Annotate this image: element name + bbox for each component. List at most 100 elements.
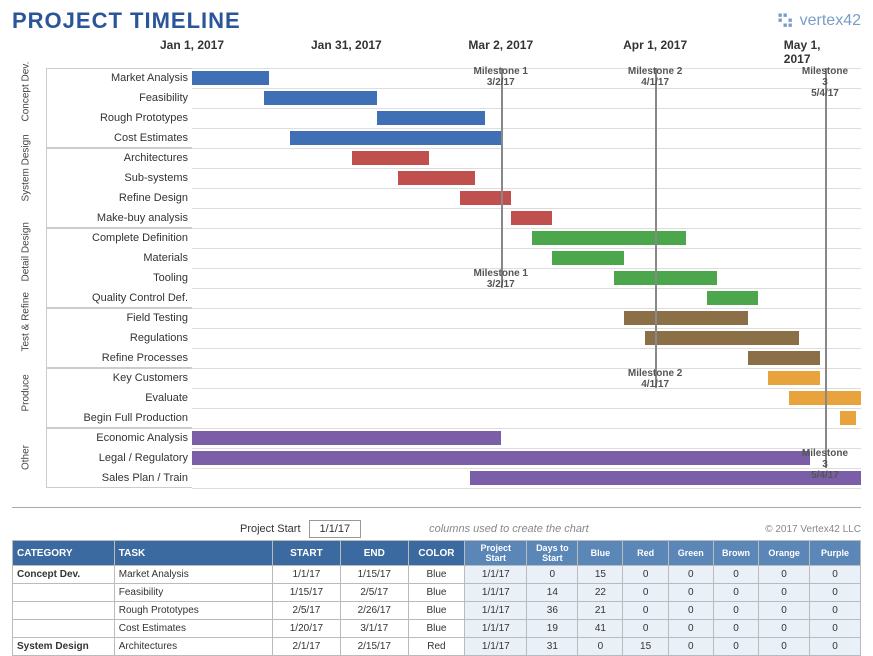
cell: 1/1/17: [465, 602, 527, 620]
cell: Blue: [408, 602, 465, 620]
cell: 0: [713, 638, 758, 656]
gantt-bar: [645, 331, 799, 345]
cell: 0: [759, 566, 810, 584]
table-row: Rough Prototypes2/5/172/26/17Blue1/1/173…: [13, 602, 861, 620]
cell: 1/1/17: [273, 566, 341, 584]
cell: 1/20/17: [273, 620, 341, 638]
cell: 1/1/17: [465, 566, 527, 584]
cell: 1/1/17: [465, 638, 527, 656]
cell: 0: [713, 584, 758, 602]
gantt-bar: [552, 251, 624, 265]
group-label: Produce: [21, 384, 32, 412]
cell: Blue: [408, 584, 465, 602]
cell: 0: [713, 602, 758, 620]
cell: 2/5/17: [340, 584, 408, 602]
col-subheader: Blue: [578, 541, 623, 566]
cell: 0: [668, 602, 713, 620]
milestone-label: Milestone 13/2/17: [474, 66, 528, 88]
cell: Cost Estimates: [114, 620, 272, 638]
col-header: COLOR: [408, 541, 465, 566]
cell: 2/15/17: [340, 638, 408, 656]
cell: 1/15/17: [340, 566, 408, 584]
cell: 0: [810, 566, 861, 584]
cell: 41: [578, 620, 623, 638]
gantt-bar: [511, 211, 552, 225]
brand-logo: vertex42: [776, 11, 861, 31]
cell: 0: [713, 566, 758, 584]
col-header: CATEGORY: [13, 541, 115, 566]
cell: Market Analysis: [114, 566, 272, 584]
data-table: CATEGORYTASKSTARTENDCOLORProject StartDa…: [12, 540, 861, 656]
gantt-bar: [264, 91, 377, 105]
col-header: TASK: [114, 541, 272, 566]
cell: 15: [578, 566, 623, 584]
vertex-icon: [776, 11, 796, 31]
cell: 0: [810, 602, 861, 620]
col-subheader: Days to Start: [527, 541, 578, 566]
table-row: Cost Estimates1/20/173/1/17Blue1/1/17194…: [13, 620, 861, 638]
cell: Architectures: [114, 638, 272, 656]
cell: 0: [668, 620, 713, 638]
milestone-label: Milestone 35/4/17: [802, 448, 848, 481]
group-label: Detail Design: [21, 254, 32, 282]
cell: [13, 602, 115, 620]
cell: 0: [623, 584, 668, 602]
cell: 22: [578, 584, 623, 602]
group-label: System Design: [21, 174, 32, 202]
cell: Red: [408, 638, 465, 656]
axis-date: Jan 1, 2017: [160, 38, 224, 52]
cell: 36: [527, 602, 578, 620]
gantt-bar: [707, 291, 758, 305]
table-row: Feasibility1/15/172/5/17Blue1/1/17142200…: [13, 584, 861, 602]
cell: 0: [810, 638, 861, 656]
cell: 0: [759, 620, 810, 638]
cell: 0: [668, 638, 713, 656]
axis-date: Mar 2, 2017: [468, 38, 533, 52]
copyright: © 2017 Vertex42 LLC: [765, 524, 861, 535]
cell: 0: [810, 584, 861, 602]
cell: 0: [578, 638, 623, 656]
group-label: Other: [21, 444, 32, 472]
page-title: PROJECT TIMELINE: [12, 8, 241, 34]
gantt-bar: [377, 111, 485, 125]
project-start-label: Project Start: [240, 523, 301, 535]
group-label: Concept Dev.: [21, 94, 32, 122]
cell: Rough Prototypes: [114, 602, 272, 620]
col-subheader: Red: [623, 541, 668, 566]
gantt-bar: [768, 371, 819, 385]
gantt-bar: [532, 231, 686, 245]
cell: 0: [759, 602, 810, 620]
gantt-bar: [192, 451, 810, 465]
milestone-label: Milestone 13/2/17: [474, 268, 528, 290]
milestone-line: [501, 68, 503, 288]
cell: Blue: [408, 620, 465, 638]
cell: 2/1/17: [273, 638, 341, 656]
table-row: System DesignArchitectures2/1/172/15/17R…: [13, 638, 861, 656]
cell: [13, 620, 115, 638]
cell: System Design: [13, 638, 115, 656]
milestone-line: [825, 68, 827, 468]
col-subheader: Green: [668, 541, 713, 566]
cell: 1/1/17: [465, 620, 527, 638]
cell: 1/1/17: [465, 584, 527, 602]
gantt-bar: [614, 271, 717, 285]
cell: 3/1/17: [340, 620, 408, 638]
col-header: END: [340, 541, 408, 566]
gantt-bar: [398, 171, 475, 185]
gantt-bar: [624, 311, 748, 325]
cell: 2/5/17: [273, 602, 341, 620]
milestone-line: [655, 68, 657, 388]
cell: 0: [668, 566, 713, 584]
cell: 0: [759, 638, 810, 656]
gantt-chart: Jan 1, 2017Jan 31, 2017Mar 2, 2017Apr 1,…: [12, 38, 861, 508]
gantt-bar: [192, 71, 269, 85]
cell: 21: [578, 602, 623, 620]
project-start-value: 1/1/17: [309, 520, 362, 538]
axis-date: Jan 31, 2017: [311, 38, 382, 52]
cell: 0: [668, 584, 713, 602]
cell: 0: [810, 620, 861, 638]
gantt-bar: [352, 151, 429, 165]
milestone-label: Milestone 24/1/17: [628, 368, 682, 390]
gantt-bar: [840, 411, 855, 425]
col-subheader: Project Start: [465, 541, 527, 566]
